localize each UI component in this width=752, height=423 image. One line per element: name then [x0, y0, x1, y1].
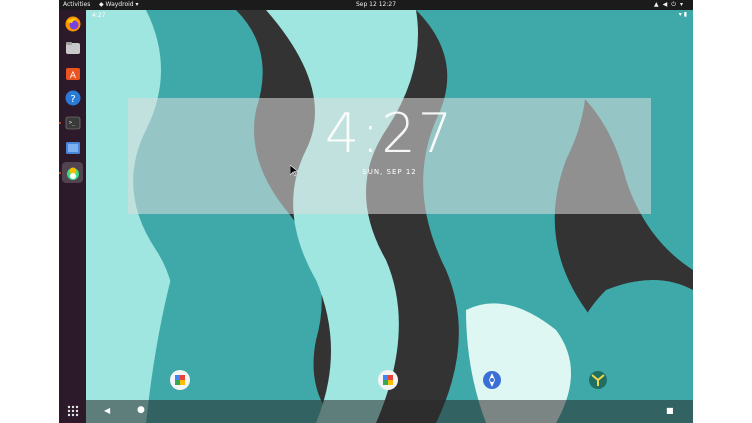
home-app-gallery[interactable]: [170, 370, 190, 390]
firefox-icon: [65, 16, 80, 31]
mouse-cursor-icon: [290, 165, 298, 177]
screen-icon: [65, 141, 80, 154]
network-icon: ▲: [653, 1, 663, 8]
dock-item-waydroid[interactable]: [59, 162, 83, 183]
top-bar-clock[interactable]: Sep 12 12:27: [59, 0, 693, 10]
svg-text:>_: >_: [69, 120, 76, 126]
clock-widget[interactable]: 4:27 SUN, SEP 12: [128, 98, 651, 214]
running-indicator: [59, 122, 61, 124]
ubuntu-dock: A ? >_: [59, 10, 86, 423]
recents-button[interactable]: ■: [666, 406, 674, 415]
compass-icon: [483, 371, 501, 389]
back-button[interactable]: ◀: [104, 406, 110, 415]
grid-icon: [67, 405, 78, 416]
status-bar-icons: ▾ ▮: [679, 11, 687, 18]
svg-text:?: ?: [70, 94, 75, 105]
gnome-top-bar: Activities ◆ Waydroid ▾ Sep 12 12:27 ▲◀⏻…: [59, 0, 693, 10]
desktop-screen: Activities ◆ Waydroid ▾ Sep 12 12:27 ▲◀⏻…: [59, 0, 693, 423]
clock-date: SUN, SEP 12: [362, 168, 417, 176]
waydroid-window: 4:27 ▾ ▮ 4:27 SUN, SEP 12 ◀ ● ■: [86, 10, 693, 423]
wallpaper: [86, 10, 693, 423]
power-icon: ⏻: [671, 1, 680, 8]
show-applications-button[interactable]: [62, 400, 83, 421]
dock-item-firefox[interactable]: [62, 13, 83, 34]
volume-icon: ◀: [662, 1, 672, 8]
wifi-icon: ▾: [678, 11, 682, 18]
home-app-gallery-2[interactable]: [378, 370, 398, 390]
dock-item-files[interactable]: [62, 37, 83, 58]
android-icon: [66, 167, 79, 180]
dock-item-terminal[interactable]: >_: [59, 112, 83, 133]
dock-item-screenshot[interactable]: [62, 137, 83, 158]
folder-icon: [65, 41, 80, 54]
clock-time: 4:27: [324, 102, 455, 165]
home-app-clock[interactable]: [588, 370, 608, 390]
android-status-bar: 4:27 ▾ ▮: [86, 10, 693, 22]
running-indicator: [59, 172, 61, 174]
chevron-down-icon: ▾: [679, 1, 687, 8]
terminal-icon: >_: [65, 116, 80, 129]
battery-icon: ▮: [683, 11, 687, 18]
clock-app-icon: [589, 371, 607, 389]
svg-text:A: A: [69, 71, 76, 81]
gallery-icon: [171, 371, 189, 389]
system-tray[interactable]: ▲◀⏻▾: [654, 0, 687, 10]
gallery-icon: [379, 371, 397, 389]
home-button[interactable]: ●: [137, 405, 145, 415]
dock-item-software[interactable]: A: [62, 62, 83, 83]
dock-item-help[interactable]: ?: [62, 87, 83, 108]
android-nav-bar: ◀ ● ■: [86, 400, 693, 423]
store-icon: A: [65, 67, 80, 81]
home-app-browser[interactable]: [482, 370, 502, 390]
help-icon: ?: [65, 90, 80, 105]
status-bar-time: 4:27: [92, 12, 106, 19]
